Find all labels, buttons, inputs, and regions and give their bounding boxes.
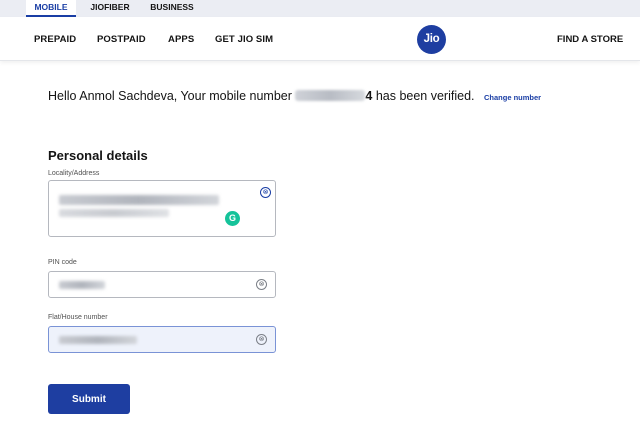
verification-message: Hello Anmol Sachdeva, Your mobile number…	[48, 89, 541, 103]
redacted-address-line	[59, 209, 169, 217]
segment-tab-jiofiber[interactable]: JIOFIBER	[80, 0, 140, 17]
pin-code-label: PIN code	[48, 259, 77, 266]
locality-label: Locality/Address	[48, 170, 100, 177]
redacted-number	[295, 90, 366, 101]
pin-code-field[interactable]: ⊗	[48, 271, 276, 298]
clear-icon[interactable]: ⊗	[256, 279, 267, 290]
locality-address-field[interactable]: ⊗ G	[48, 180, 276, 237]
submit-button[interactable]: Submit	[48, 384, 130, 414]
redacted-flat-number	[59, 336, 137, 344]
change-number-link[interactable]: Change number	[484, 93, 541, 102]
section-title: Personal details	[48, 148, 148, 163]
number-tail: 4	[365, 89, 373, 103]
redacted-pin	[59, 281, 105, 289]
segment-bar: MOBILE JIOFIBER BUSINESS	[0, 0, 640, 17]
main-header: PREPAID POSTPAID APPS GET JIO SIM Jio FI…	[0, 17, 640, 61]
find-store-link[interactable]: FIND A STORE	[557, 34, 623, 45]
flat-house-number-field[interactable]: ⊗	[48, 326, 276, 353]
jio-logo[interactable]: Jio	[417, 25, 446, 54]
segment-tab-mobile[interactable]: MOBILE	[26, 0, 76, 17]
nav-prepaid[interactable]: PREPAID	[34, 34, 76, 45]
greeting-prefix: Hello Anmol Sachdeva, Your mobile number	[48, 89, 292, 103]
segment-tab-business[interactable]: BUSINESS	[144, 0, 200, 17]
nav-postpaid[interactable]: POSTPAID	[97, 34, 146, 45]
redacted-address-line	[59, 195, 219, 205]
nav-apps[interactable]: APPS	[168, 34, 194, 45]
flat-house-label: Flat/House number	[48, 314, 108, 321]
clear-icon[interactable]: ⊗	[256, 334, 267, 345]
clear-icon[interactable]: ⊗	[260, 187, 271, 198]
grammarly-icon[interactable]: G	[225, 211, 240, 226]
nav-get-jio-sim[interactable]: GET JIO SIM	[215, 34, 273, 45]
greeting-suffix: has been verified.	[375, 89, 475, 103]
